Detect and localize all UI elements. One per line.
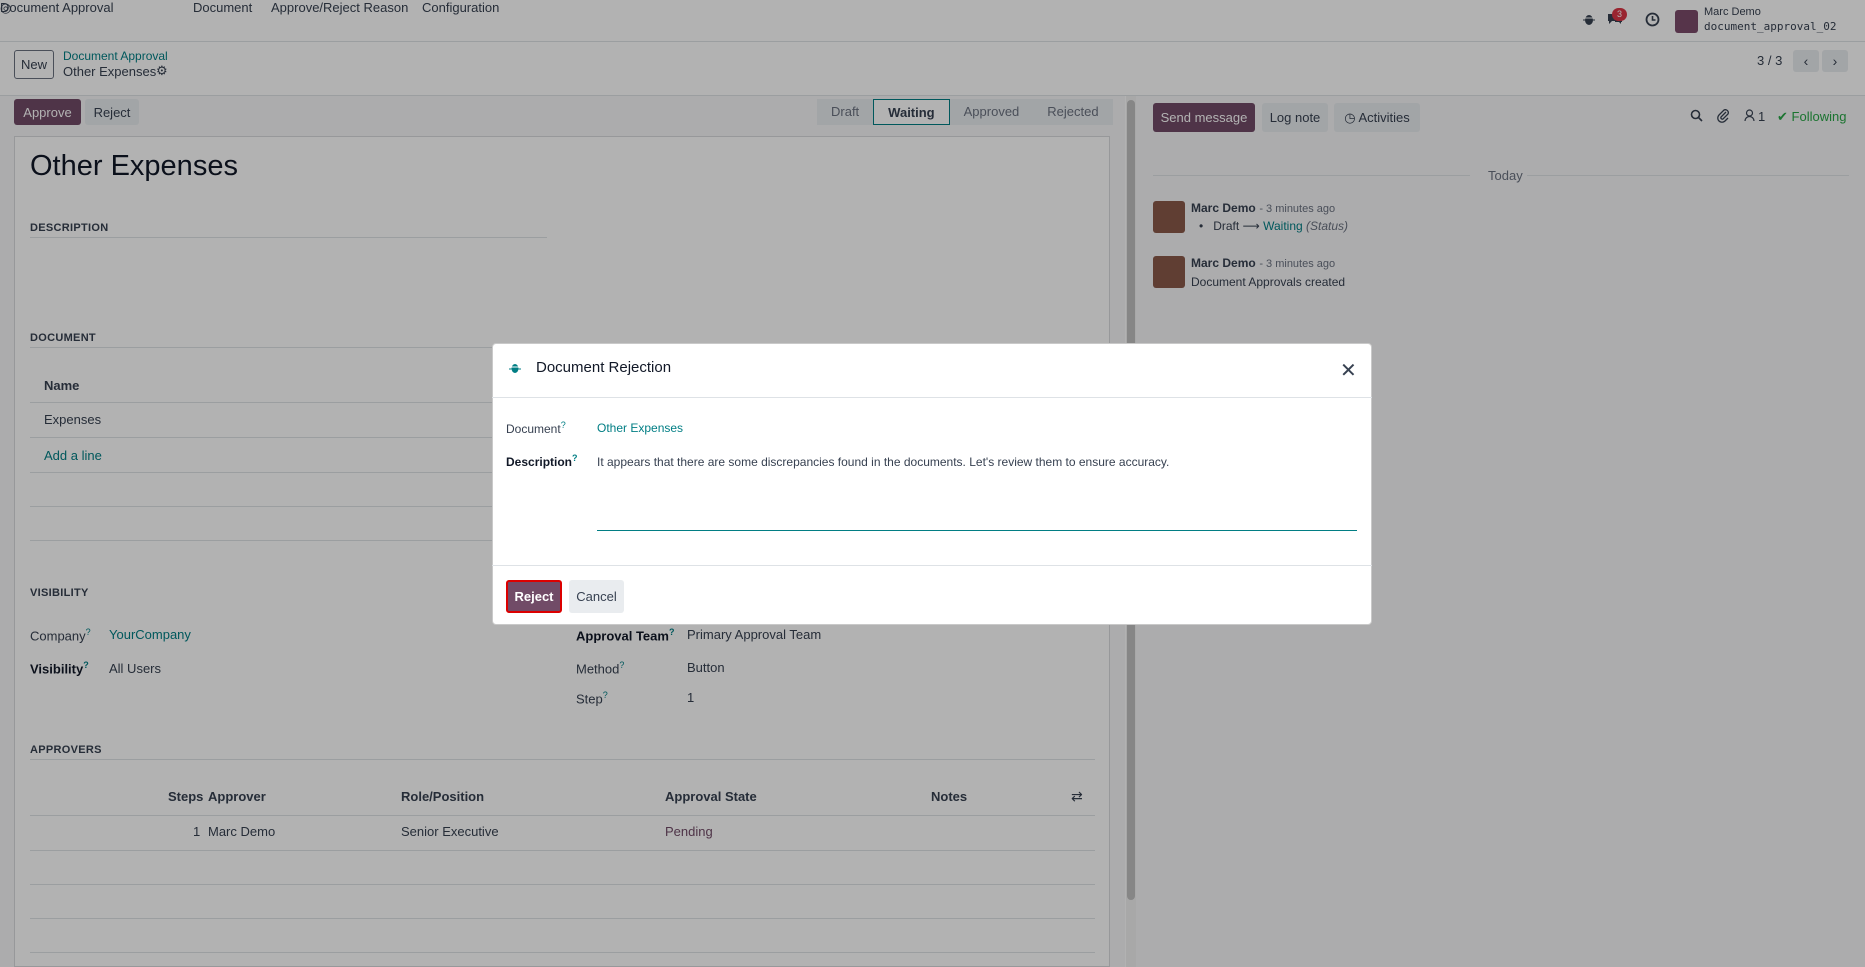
reject-button[interactable]: Reject [506,580,562,613]
document-field-label: Document? [506,420,566,436]
bug-icon [509,361,521,377]
cancel-button[interactable]: Cancel [569,580,624,613]
description-field-label: Description? [506,453,578,469]
dialog-title: Document Rejection [536,359,672,376]
dialog-footer-divider [492,565,1372,566]
close-icon[interactable]: ✕ [1340,358,1357,383]
description-textarea[interactable]: It appears that there are some discrepan… [597,447,1357,531]
document-field-value[interactable]: Other Expenses [597,421,683,435]
